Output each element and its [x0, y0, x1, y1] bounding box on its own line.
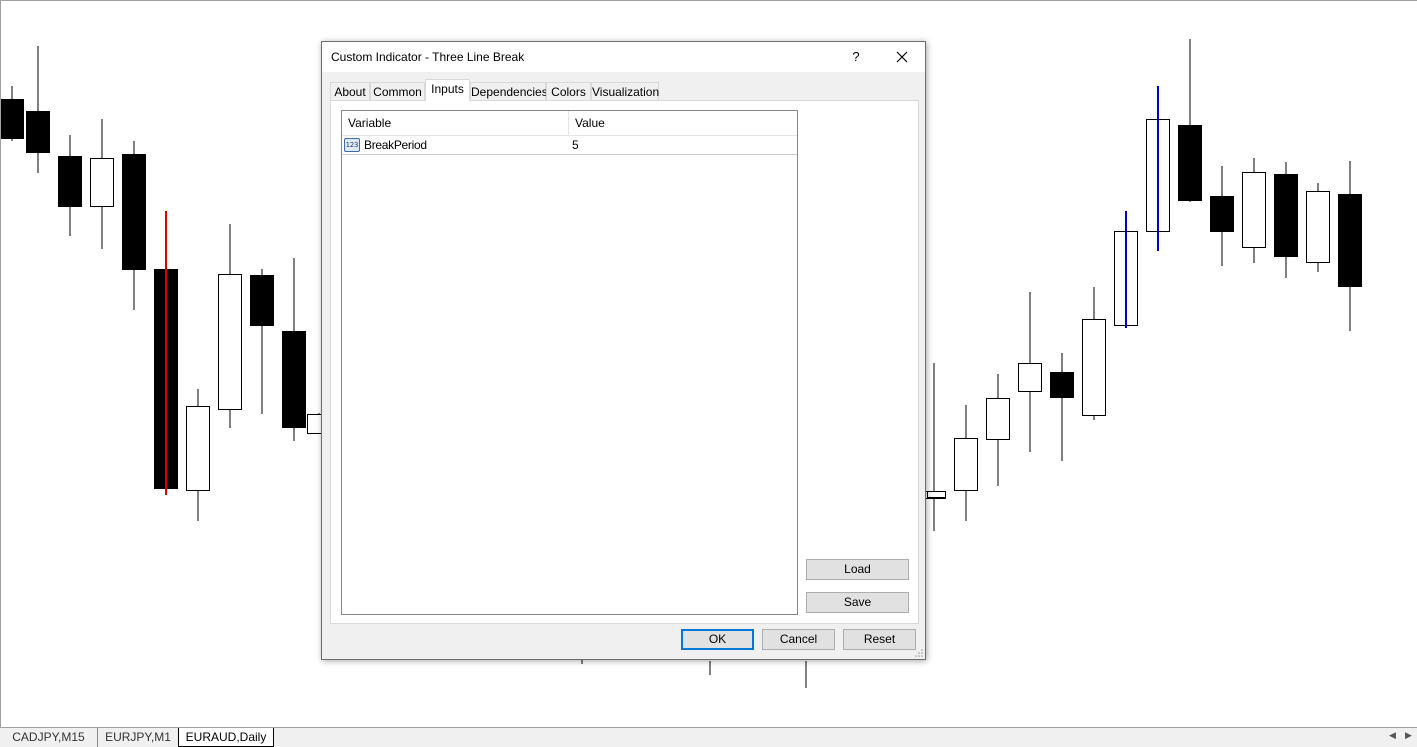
candle-body — [218, 274, 242, 410]
candle — [1274, 162, 1298, 278]
resize-grip-icon[interactable] — [914, 648, 924, 658]
reset-button[interactable]: Reset — [843, 629, 916, 650]
custom-indicator-dialog: Custom Indicator - Three Line Break ? Ab… — [321, 41, 926, 660]
integer-variable-icon: 123 — [344, 138, 360, 152]
candle-body — [1274, 174, 1298, 257]
candle — [1, 86, 24, 141]
dialog-tabs: About Common Inputs Dependencies Colors … — [330, 79, 920, 101]
candle-body — [1050, 372, 1074, 398]
tab-visualization[interactable]: Visualization — [591, 82, 659, 101]
candle-body — [1210, 196, 1234, 232]
save-button[interactable]: Save — [806, 592, 909, 613]
load-button[interactable]: Load — [806, 559, 909, 580]
candle-body — [1178, 125, 1202, 201]
close-icon — [896, 51, 908, 63]
candle-body — [954, 438, 978, 491]
close-button[interactable] — [887, 47, 917, 67]
chart-tab-bar: CADJPY,M15 EURJPY,M1 EURAUD,Daily ◀ ▶ — [0, 727, 1417, 747]
candle — [1018, 292, 1042, 452]
help-button[interactable]: ? — [841, 47, 871, 67]
cancel-button[interactable]: Cancel — [762, 629, 835, 650]
dialog-title: Custom Indicator - Three Line Break — [331, 50, 525, 64]
candle-body — [1306, 191, 1330, 263]
scroll-right-icon[interactable]: ▶ — [1405, 730, 1412, 741]
chart-tab-cadjpy-m15[interactable]: CADJPY,M15 — [0, 728, 98, 747]
candle — [58, 135, 82, 236]
candle — [1242, 158, 1266, 263]
candle-body — [90, 158, 114, 207]
candle-body — [122, 154, 146, 270]
candle — [122, 141, 146, 310]
table-row[interactable]: 123 BreakPeriod 5 — [342, 136, 797, 155]
candle — [218, 224, 242, 428]
tab-about[interactable]: About — [330, 82, 370, 101]
candle-body — [282, 331, 306, 428]
tab-colors[interactable]: Colors — [546, 82, 591, 101]
candle-body — [1338, 194, 1362, 287]
candle — [26, 46, 50, 173]
candle — [1338, 161, 1362, 331]
candle-body — [986, 398, 1010, 440]
column-header-value[interactable]: Value — [569, 111, 797, 136]
candle — [282, 258, 306, 441]
candle-body — [58, 156, 82, 207]
candle — [1178, 39, 1202, 202]
chart-tab-eurjpy-m1[interactable]: EURJPY,M1 — [98, 728, 178, 747]
candle — [954, 405, 978, 521]
dialog-titlebar[interactable]: Custom Indicator - Three Line Break ? — [322, 42, 925, 72]
inputs-table[interactable]: Variable Value 123 BreakPeriod 5 — [341, 110, 798, 615]
variable-value[interactable]: 5 — [572, 138, 579, 152]
ok-button[interactable]: OK — [681, 629, 754, 650]
candle-body — [1, 99, 24, 139]
candle-body — [927, 491, 946, 498]
candle-body — [26, 111, 50, 153]
candle-body — [1082, 319, 1106, 416]
inputs-tab-panel: Variable Value 123 BreakPeriod 5 Load Sa… — [330, 100, 919, 624]
column-header-variable[interactable]: Variable — [342, 111, 569, 136]
candle — [1306, 183, 1330, 272]
tab-inputs[interactable]: Inputs — [425, 79, 470, 101]
tab-dependencies[interactable]: Dependencies — [470, 82, 548, 101]
tab-common[interactable]: Common — [370, 82, 425, 101]
candle-body — [186, 406, 210, 491]
chart-tab-euraud-daily[interactable]: EURAUD,Daily — [178, 728, 274, 747]
candle — [250, 269, 274, 414]
candle — [1050, 353, 1074, 461]
table-header: Variable Value — [342, 111, 797, 136]
scroll-left-icon[interactable]: ◀ — [1389, 730, 1396, 741]
candle — [1210, 166, 1234, 266]
candle — [1082, 287, 1106, 420]
variable-name: BreakPeriod — [364, 138, 427, 152]
candle-body — [1018, 363, 1042, 392]
candle — [186, 389, 210, 521]
candle — [986, 374, 1010, 486]
candle — [90, 119, 114, 249]
candle-body — [250, 275, 274, 326]
candle-body — [1242, 172, 1266, 248]
